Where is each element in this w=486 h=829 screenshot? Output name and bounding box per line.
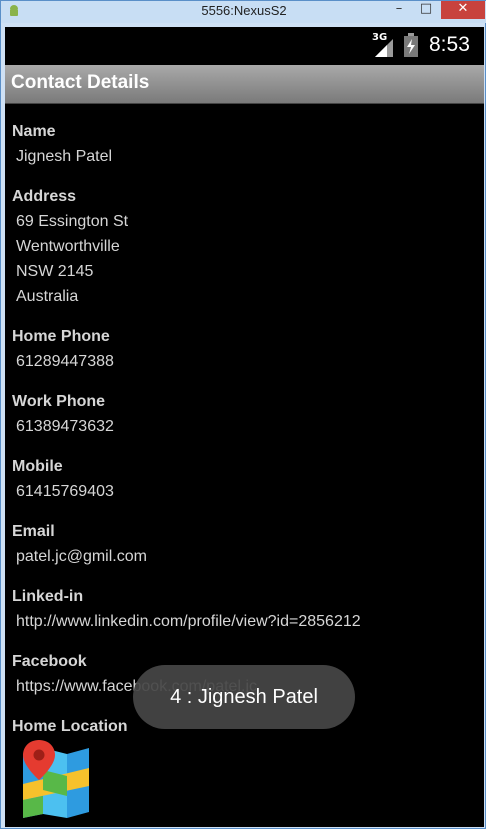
mobile-value[interactable]: 61415769403 bbox=[16, 479, 482, 504]
signal-icon bbox=[375, 39, 393, 57]
window-titlebar[interactable]: 5556:NexusS2 – □ ✕ bbox=[1, 1, 486, 23]
name-label: Name bbox=[12, 123, 56, 140]
linkedin-value[interactable]: http://www.linkedin.com/profile/view?id=… bbox=[16, 609, 482, 634]
work-phone-field: Work Phone 61389473632 bbox=[12, 392, 482, 439]
battery-icon bbox=[404, 33, 418, 57]
map-icon[interactable] bbox=[19, 740, 91, 820]
page-title: Contact Details bbox=[11, 72, 150, 93]
home-phone-field: Home Phone 61289447388 bbox=[12, 327, 482, 374]
work-phone-value[interactable]: 61389473632 bbox=[16, 414, 482, 439]
name-field: Name Jignesh Patel bbox=[12, 122, 482, 169]
email-field: Email patel.jc@gmil.com bbox=[12, 522, 482, 569]
name-value: Jignesh Patel bbox=[16, 148, 113, 165]
toast-message: 4 : Jignesh Patel bbox=[133, 665, 355, 729]
address-line: NSW 2145 bbox=[16, 263, 94, 280]
home-phone-value[interactable]: 61289447388 bbox=[16, 349, 482, 374]
address-field: Address 69 Essington St Wentworthville N… bbox=[12, 187, 482, 309]
minimize-button[interactable]: – bbox=[385, 1, 413, 19]
address-line: Wentworthville bbox=[16, 238, 120, 255]
work-phone-label: Work Phone bbox=[12, 393, 106, 410]
home-phone-label: Home Phone bbox=[12, 328, 110, 345]
email-label: Email bbox=[12, 523, 55, 540]
close-button[interactable]: ✕ bbox=[441, 1, 485, 19]
address-line: Australia bbox=[16, 288, 79, 305]
action-bar: Contact Details bbox=[5, 65, 484, 104]
maximize-button[interactable]: □ bbox=[413, 1, 439, 19]
linkedin-label: Linked-in bbox=[12, 588, 84, 605]
address-line: 69 Essington St bbox=[16, 213, 129, 230]
status-time: 8:53 bbox=[429, 33, 470, 56]
mobile-field: Mobile 61415769403 bbox=[12, 457, 482, 504]
address-label: Address bbox=[12, 188, 77, 205]
email-value[interactable]: patel.jc@gmil.com bbox=[16, 544, 482, 569]
status-bar: 3G 8:53 bbox=[5, 27, 484, 65]
linkedin-field: Linked-in http://www.linkedin.com/profil… bbox=[12, 587, 482, 634]
device-screen: 3G 8:53 Contact Details Name Jignesh Pat… bbox=[5, 27, 484, 827]
mobile-label: Mobile bbox=[12, 458, 63, 475]
emulator-window: 5556:NexusS2 – □ ✕ 3G 8:53 Contact Detai… bbox=[0, 0, 486, 829]
